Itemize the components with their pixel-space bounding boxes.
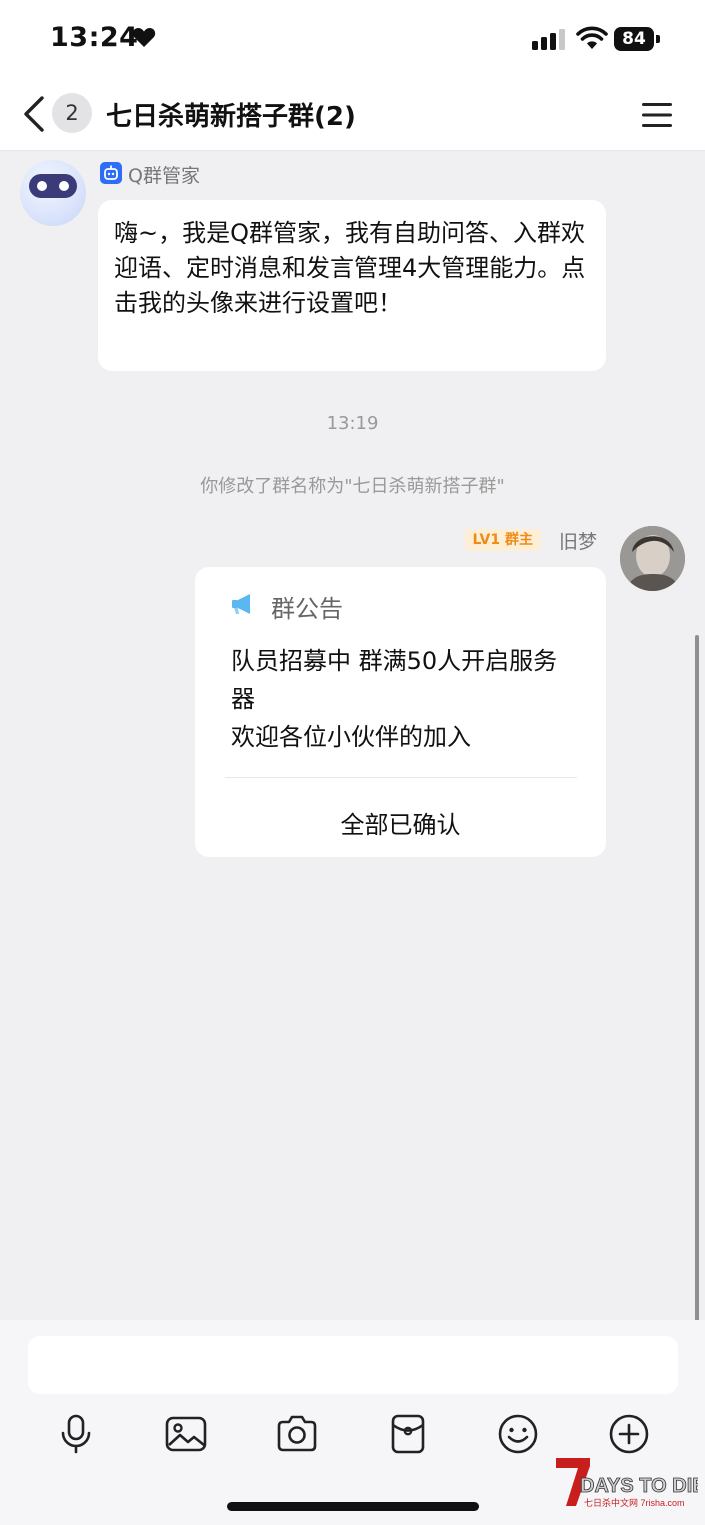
emoji-icon[interactable]: [496, 1412, 540, 1456]
image-icon[interactable]: [164, 1412, 208, 1456]
announcement-line: 欢迎各位小伙伴的加入: [231, 723, 471, 751]
watermark-logo: DAYS TO DIE 七日杀中文网 7risha.com: [556, 1458, 698, 1508]
announcement-body: 队员招募中 群满50人开启服务器 欢迎各位小伙伴的加入: [231, 642, 581, 756]
bot-face: [29, 174, 77, 198]
heart-icon: [132, 27, 156, 47]
plus-icon[interactable]: [607, 1412, 651, 1456]
microphone-icon[interactable]: [54, 1412, 98, 1456]
robot-badge-icon: [100, 162, 122, 184]
system-notice: 你修改了群名称为"七日杀萌新搭子群": [200, 476, 505, 497]
owner-sender-name: 旧梦: [558, 531, 597, 553]
battery-icon: 84: [614, 27, 660, 51]
message-timestamp: 13:19: [326, 413, 379, 434]
home-indicator[interactable]: [227, 1502, 479, 1511]
unread-count-badge[interactable]: 2: [52, 93, 92, 133]
group-announcement-card[interactable]: 群公告 队员招募中 群满50人开启服务器 欢迎各位小伙伴的加入 全部已确认: [195, 567, 606, 857]
announcement-heading: 群公告: [271, 595, 343, 623]
chat-header: 2 七日杀萌新搭子群(2): [0, 80, 705, 151]
wifi-icon: [576, 26, 608, 49]
confirm-all-button[interactable]: 全部已确认: [195, 805, 606, 840]
camera-icon[interactable]: [275, 1412, 319, 1456]
bot-sender-name: Q群管家: [128, 165, 200, 187]
announcement-line: 队员招募中 群满50人开启服务器: [231, 647, 558, 713]
status-time: 13:24: [50, 22, 139, 53]
red-packet-icon[interactable]: [386, 1412, 430, 1456]
back-button[interactable]: [18, 94, 52, 134]
bot-eye: [37, 181, 47, 191]
level-tag: LV1 群主: [464, 529, 541, 551]
bot-avatar[interactable]: [20, 160, 86, 226]
bot-eye: [59, 181, 69, 191]
chat-scrollbar[interactable]: [695, 635, 699, 1323]
svg-text:DAYS TO DIE: DAYS TO DIE: [580, 1475, 698, 1497]
megaphone-icon: [232, 594, 250, 614]
bot-message-bubble[interactable]: 嗨~，我是Q群管家，我有自助问答、入群欢迎语、定时消息和发言管理4大管理能力。点…: [98, 200, 606, 371]
avatar-photo: [620, 526, 685, 591]
cellular-signal-icon: [532, 29, 565, 50]
message-input[interactable]: [28, 1336, 678, 1394]
battery-cap: [656, 35, 660, 43]
battery-level: 84: [614, 27, 654, 51]
owner-avatar[interactable]: [620, 526, 685, 591]
menu-icon[interactable]: [640, 100, 674, 130]
group-title[interactable]: 七日杀萌新搭子群(2): [106, 96, 356, 133]
divider: [225, 777, 577, 778]
svg-text:七日杀中文网 7risha.com: 七日杀中文网 7risha.com: [584, 1497, 685, 1508]
status-bar: 13:24 84: [0, 0, 705, 80]
